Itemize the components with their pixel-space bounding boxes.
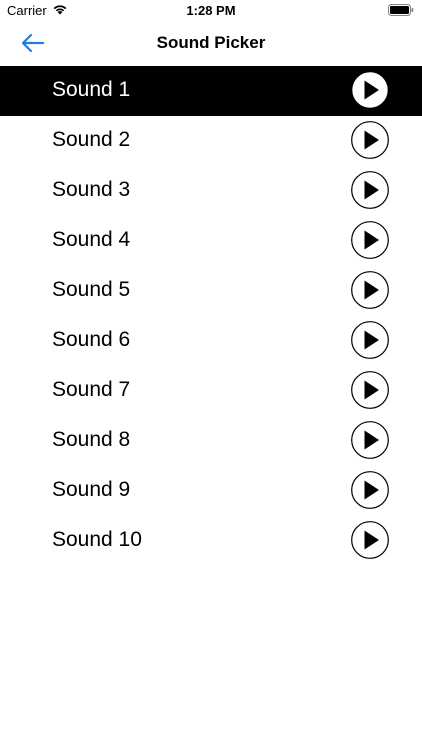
sound-label: Sound 4 [52, 228, 131, 251]
sound-label: Sound 3 [52, 178, 131, 201]
sound-row-5[interactable]: Sound 5 [0, 266, 422, 316]
status-time: 1:28 PM [186, 3, 236, 18]
sound-row-3[interactable]: Sound 3 [0, 166, 422, 216]
sound-row-7[interactable]: Sound 7 [0, 366, 422, 416]
sound-list: Sound 1 Sound 2 Sound 3 Sound 4 Sound 5 … [0, 66, 422, 566]
sound-row-8[interactable]: Sound 8 [0, 416, 422, 466]
sound-row-9[interactable]: Sound 9 [0, 466, 422, 516]
play-icon[interactable] [351, 371, 389, 409]
sound-row-1[interactable]: Sound 1 [0, 66, 422, 116]
play-icon[interactable] [351, 421, 389, 459]
play-icon[interactable] [351, 71, 389, 109]
sound-label: Sound 2 [52, 128, 131, 151]
play-icon[interactable] [351, 271, 389, 309]
play-icon[interactable] [351, 171, 389, 209]
page-title: Sound Picker [156, 33, 266, 52]
play-icon[interactable] [351, 321, 389, 359]
sound-label: Sound 9 [52, 478, 131, 501]
sound-row-10[interactable]: Sound 10 [0, 516, 422, 566]
sound-label: Sound 7 [52, 378, 131, 401]
sound-label: Sound 5 [52, 278, 131, 301]
sound-label: Sound 8 [52, 428, 131, 451]
sound-label: Sound 6 [52, 328, 131, 351]
play-icon[interactable] [351, 521, 389, 559]
sound-row-2[interactable]: Sound 2 [0, 116, 422, 166]
play-icon[interactable] [351, 221, 389, 259]
sound-row-4[interactable]: Sound 4 [0, 216, 422, 266]
status-bar: Carrier 1:28 PM [0, 0, 422, 22]
navigation-bar: Sound Picker [0, 22, 422, 64]
sound-row-6[interactable]: Sound 6 [0, 316, 422, 366]
sound-label: Sound 10 [52, 528, 142, 551]
play-icon[interactable] [351, 471, 389, 509]
sound-label: Sound 1 [52, 78, 131, 101]
play-icon[interactable] [351, 121, 389, 159]
battery-icon [388, 4, 414, 16]
